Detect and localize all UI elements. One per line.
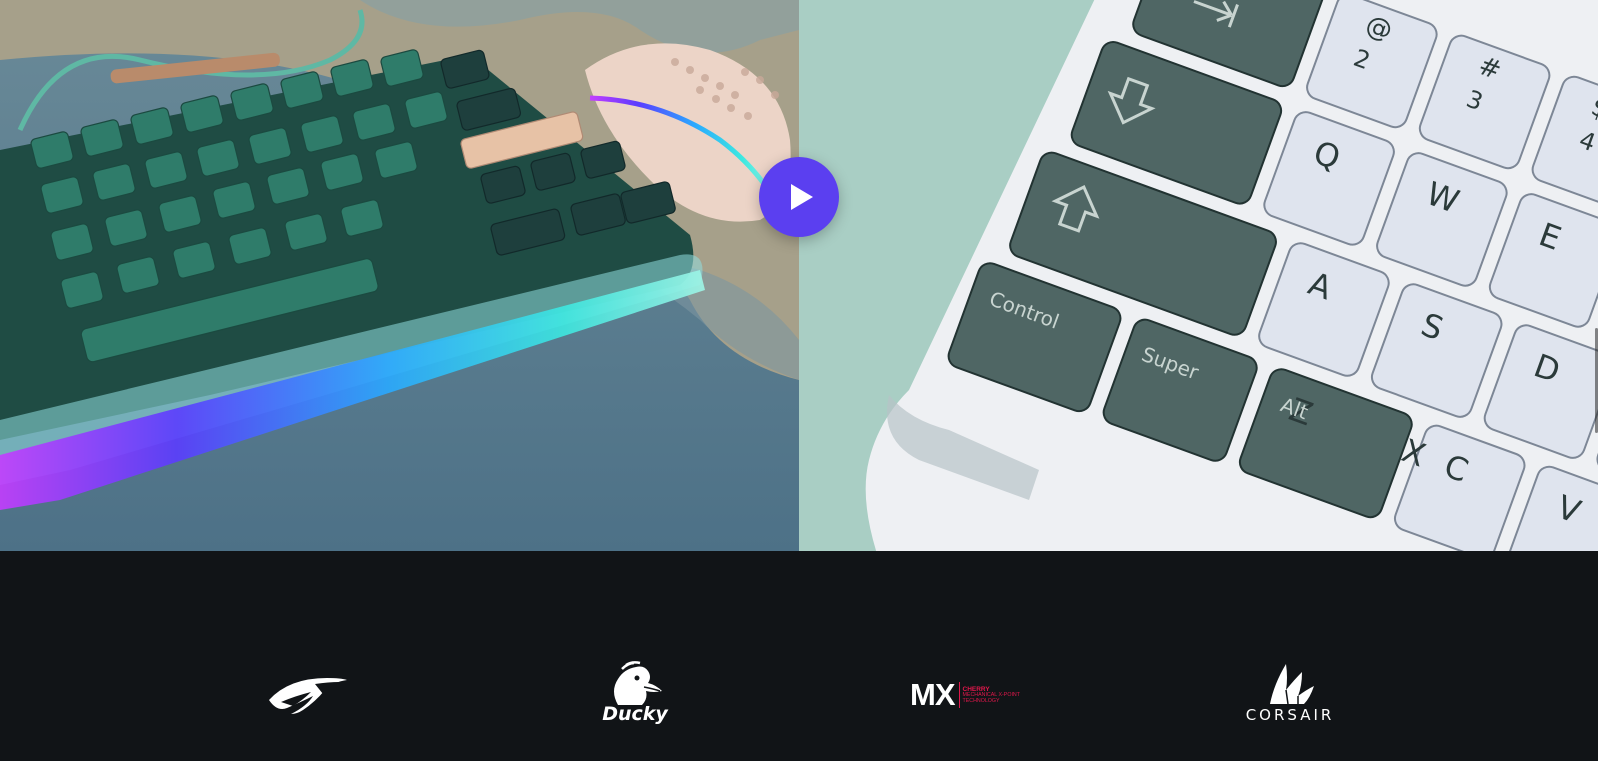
hero-image-right: @ 2 # 3 $ 4 Q W E R A S D F Z X C V Cont…: [799, 0, 1598, 551]
play-icon: [791, 184, 813, 210]
brand-logo-corsair: CORSAIR: [1240, 652, 1340, 732]
corsair-sails-logo: [1270, 664, 1314, 704]
brand-logos-strip: Ducky MX CHERRY MECHANICAL X-POINT TECHN…: [0, 551, 1598, 761]
mx-divider: [958, 682, 960, 708]
rog-eye-logo: [269, 678, 347, 714]
ducky-logo: [614, 661, 662, 705]
play-video-button[interactable]: [759, 157, 839, 237]
brand-logo-ducky: Ducky: [595, 653, 675, 733]
hero-media: @ 2 # 3 $ 4 Q W E R A S D F Z X C V Cont…: [0, 0, 1598, 551]
corsair-wordmark: CORSAIR: [1245, 706, 1335, 724]
ducky-wordmark: Ducky: [602, 703, 668, 725]
brand-logo-cherry-mx: MX CHERRY MECHANICAL X-POINT TECHNOLOGY: [905, 655, 1025, 735]
brand-logo-rog: [266, 655, 350, 735]
mx-wordmark: MX: [910, 677, 955, 712]
cherry-tagline-line2: TECHNOLOGY: [962, 697, 1000, 704]
hero-image-left: [0, 0, 799, 551]
